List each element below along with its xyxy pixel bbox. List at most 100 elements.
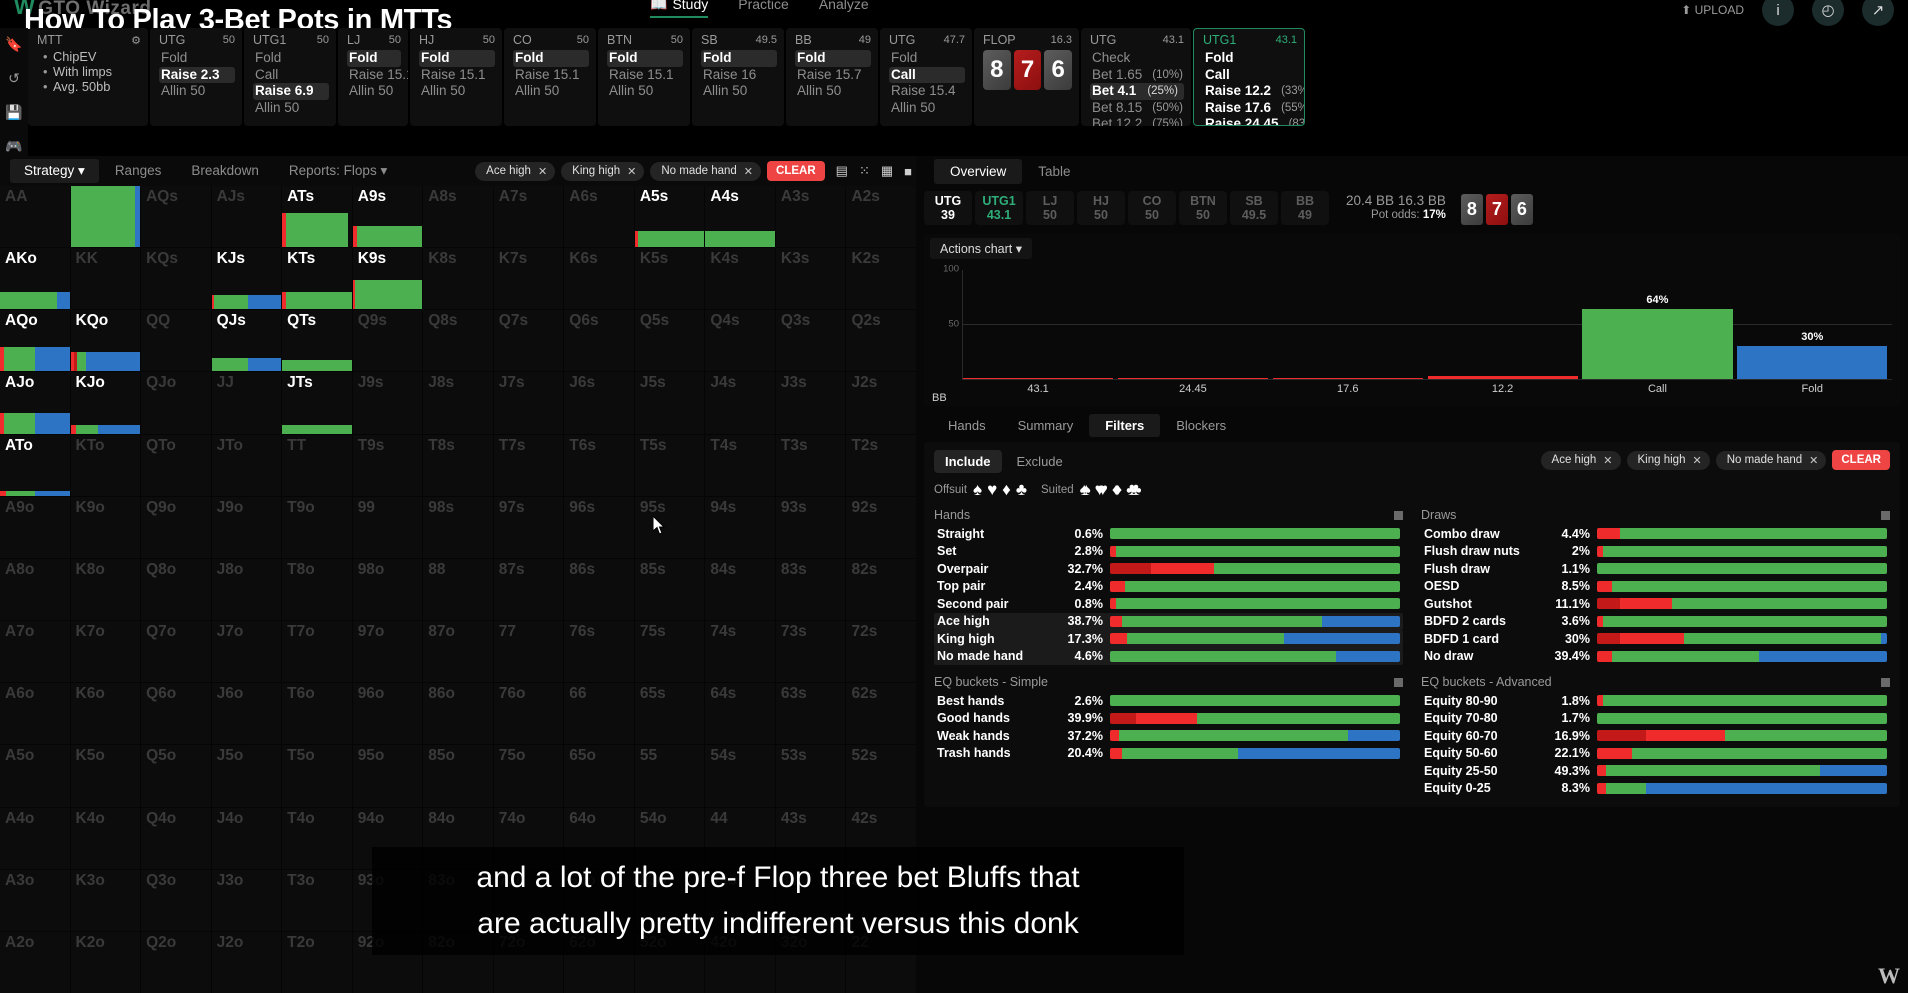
range-cell-JJ[interactable]: JJ xyxy=(211,372,282,434)
range-cell-93s[interactable]: 93s xyxy=(775,496,846,558)
range-cell-J6o[interactable]: J6o xyxy=(211,683,282,745)
action-option[interactable]: Fold xyxy=(347,50,401,67)
chart-bar-12.2[interactable]: 12.2 xyxy=(1427,375,1578,395)
stat-row[interactable]: Equity 70-80 1.7% xyxy=(1421,710,1890,728)
range-cell-K3o[interactable]: K3o xyxy=(70,869,141,931)
action-column-co-5[interactable]: CO 50 Fold Raise 15.1 Allin 50 xyxy=(504,28,596,126)
range-cell-J4s[interactable]: J4s xyxy=(705,372,775,434)
stat-row[interactable]: Equity 25-50 49.3% xyxy=(1421,762,1890,780)
range-cell-K9o[interactable]: K9o xyxy=(70,496,141,558)
stat-row[interactable]: Equity 80-90 1.8% xyxy=(1421,692,1890,710)
action-column-utg1-12[interactable]: UTG143.1FoldCallRaise 12.2(33%)Raise 17.… xyxy=(1193,28,1305,126)
range-cell-JTo[interactable]: JTo xyxy=(211,434,282,496)
range-cell-J5s[interactable]: J5s xyxy=(634,372,705,434)
range-cell-A7s[interactable]: A7s xyxy=(493,186,564,248)
overview-tabs[interactable]: Overview Table xyxy=(916,156,1908,186)
topnav-practice[interactable]: Practice xyxy=(738,0,789,18)
range-cell-A3s[interactable]: A3s xyxy=(775,186,846,248)
action-option[interactable]: Call xyxy=(253,67,329,84)
stat-row[interactable]: No draw 39.4% xyxy=(1421,648,1890,666)
chart-bar-17.6[interactable]: 17.6 xyxy=(1272,378,1423,395)
action-option[interactable]: Allin 50 xyxy=(607,83,683,100)
stat-row[interactable]: Combo draw 4.4% xyxy=(1421,525,1890,543)
range-cell-K7s[interactable]: K7s xyxy=(493,248,564,310)
action-option[interactable]: Raise 2.3 xyxy=(159,66,235,84)
history-icon[interactable]: ◴ xyxy=(1812,0,1844,26)
range-cell-97o[interactable]: 97o xyxy=(352,621,423,683)
heart-icon[interactable]: ♥♥ xyxy=(1095,481,1108,498)
range-cell-A2o[interactable]: A2o xyxy=(0,931,70,993)
position-btn[interactable]: BTN 50 xyxy=(1179,191,1227,225)
info-icon[interactable]: i xyxy=(1762,0,1794,26)
stat-block-toggle[interactable] xyxy=(1394,510,1403,520)
range-cell-T5s[interactable]: T5s xyxy=(634,434,705,496)
close-icon[interactable]: ✕ xyxy=(1603,454,1612,467)
range-cell-T9o[interactable]: T9o xyxy=(282,496,352,558)
range-cell-Q7s[interactable]: Q7s xyxy=(493,310,564,372)
toolbar-tab-breakdown[interactable]: Breakdown xyxy=(177,159,273,183)
range-cell-T6o[interactable]: T6o xyxy=(282,683,352,745)
range-cell-KTo[interactable]: KTo xyxy=(70,434,141,496)
suited-suit-group[interactable]: ♠♠ ♥♥ ♦♦ ♣♣ xyxy=(1080,481,1142,498)
range-cell-JTs[interactable]: JTs xyxy=(282,372,352,434)
filter-tab-filters[interactable]: Filters xyxy=(1089,413,1161,437)
range-cell-55[interactable]: 55 xyxy=(634,745,705,807)
range-cell-A5o[interactable]: A5o xyxy=(0,745,70,807)
mode-include[interactable]: Include xyxy=(934,450,1002,473)
action-column-lj-3[interactable]: LJ 50 Fold Raise 15.1 Allin 50 xyxy=(338,28,408,126)
chart-bar-Call[interactable]: 64% Call xyxy=(1582,294,1733,395)
stat-row[interactable]: Equity 60-70 16.9% xyxy=(1421,727,1890,745)
range-cell-T2o[interactable]: T2o xyxy=(282,931,352,993)
range-cell-KJo[interactable]: KJo xyxy=(70,372,141,434)
range-cell-A4o[interactable]: A4o xyxy=(0,807,70,869)
range-cell-85s[interactable]: 85s xyxy=(634,558,705,621)
range-cell-K7o[interactable]: K7o xyxy=(70,621,141,683)
topnav-analyze[interactable]: Analyze xyxy=(819,0,869,18)
action-option[interactable]: Bet 12.2 (75%) xyxy=(1090,116,1184,126)
range-cell-ATs[interactable]: ATs xyxy=(282,186,352,248)
range-cell-K8o[interactable]: K8o xyxy=(70,558,141,621)
action-column-utg-1[interactable]: UTG 50 Fold Raise 2.3 Allin 50 xyxy=(150,28,242,126)
range-cell-K4o[interactable]: K4o xyxy=(70,807,141,869)
range-cell-J3s[interactable]: J3s xyxy=(775,372,846,434)
position-hj[interactable]: HJ 50 xyxy=(1077,191,1125,225)
action-option[interactable]: Allin 50 xyxy=(513,83,589,100)
position-utg[interactable]: UTG 39 xyxy=(924,191,972,225)
action-column-utg1-2[interactable]: UTG1 50 Fold Call Raise 6.9 Allin 50 xyxy=(244,28,336,126)
close-icon[interactable]: ✕ xyxy=(538,165,547,178)
range-cell-J3o[interactable]: J3o xyxy=(211,869,282,931)
range-cell-76o[interactable]: 76o xyxy=(493,683,564,745)
range-cell-J9s[interactable]: J9s xyxy=(352,372,423,434)
offsuit-suit-group[interactable]: ♠ ♥ ♦ ♣ xyxy=(973,481,1027,498)
share-icon[interactable]: ↗ xyxy=(1862,0,1894,26)
range-cell-Q8s[interactable]: Q8s xyxy=(423,310,493,372)
stat-row[interactable]: Good hands 39.9% xyxy=(934,710,1403,728)
action-option[interactable]: Raise 12.2 (33%) xyxy=(1203,83,1304,100)
range-cell-A9s[interactable]: A9s xyxy=(352,186,423,248)
range-cell-A8o[interactable]: A8o xyxy=(0,558,70,621)
range-cell-T3s[interactable]: T3s xyxy=(775,434,846,496)
range-cell-T7o[interactable]: T7o xyxy=(282,621,352,683)
range-cell-K3s[interactable]: K3s xyxy=(775,248,846,310)
range-cell-65s[interactable]: 65s xyxy=(634,683,705,745)
range-cell-K5o[interactable]: K5o xyxy=(70,745,141,807)
grid-icon[interactable]: ▦ xyxy=(881,163,893,179)
filter-chip[interactable]: Ace high ✕ xyxy=(475,161,556,181)
action-column-flop-10[interactable]: FLOP 16.3 8 7 6 xyxy=(974,28,1079,126)
stat-row[interactable]: Best hands 2.6% xyxy=(934,692,1403,710)
range-cell-77[interactable]: 77 xyxy=(493,621,564,683)
range-cell-88[interactable]: 88 xyxy=(423,558,493,621)
action-option[interactable]: Bet 4.1 (25%) xyxy=(1090,83,1184,100)
action-option[interactable]: Fold xyxy=(701,50,777,67)
range-cell-A4s[interactable]: A4s xyxy=(705,186,775,248)
scatter-icon[interactable]: ⁙ xyxy=(859,163,870,179)
filter-chip[interactable]: King high ✕ xyxy=(1626,450,1710,470)
range-cell-J9o[interactable]: J9o xyxy=(211,496,282,558)
range-cell-Q8o[interactable]: Q8o xyxy=(141,558,211,621)
range-cell-A6s[interactable]: A6s xyxy=(564,186,634,248)
range-cell-K6o[interactable]: K6o xyxy=(70,683,141,745)
range-cell-54s[interactable]: 54s xyxy=(705,745,775,807)
range-cell-KQo[interactable]: KQo xyxy=(70,310,141,372)
range-cell-AKo[interactable]: AKo xyxy=(0,248,70,310)
range-cell-75s[interactable]: 75s xyxy=(634,621,705,683)
